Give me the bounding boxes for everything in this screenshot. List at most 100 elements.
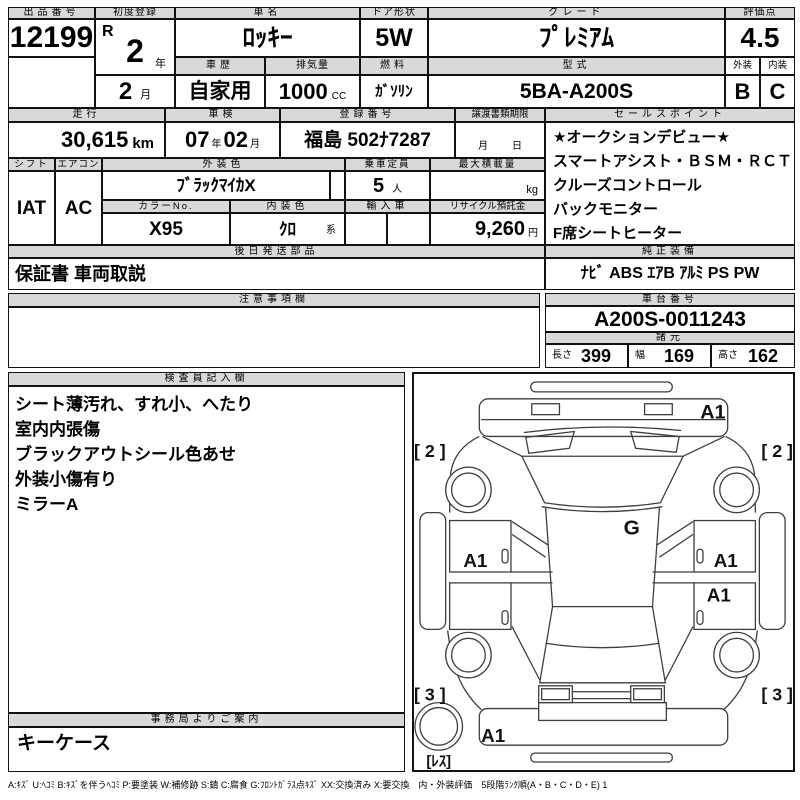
- shaken-month: 02: [224, 129, 248, 151]
- sales-point: F席シートヒーター: [553, 222, 682, 245]
- rear-left-corner-mark: [ 3 ]: [414, 685, 446, 705]
- caution-header: 注意事項欄: [8, 293, 540, 307]
- displacement-value: 1000: [279, 81, 328, 103]
- first-registration-month-cell: 2 月: [95, 75, 175, 108]
- exterior-grade-value: B: [725, 75, 760, 108]
- windshield-mark: G: [624, 516, 640, 539]
- recycle-deposit-unit: 円: [528, 229, 538, 239]
- import-header: 輸入車: [345, 200, 430, 213]
- inspector-notes-header: 検査員記入欄: [8, 372, 405, 386]
- sales-points-list: ★オークションデビュー★ スマートアシスト・ＢＳＭ・ＲＣＴＡ クルーズコントロー…: [545, 122, 795, 245]
- transfer-month-unit: 月: [478, 142, 488, 152]
- first-registration-year-cell: R 2 年: [95, 19, 175, 75]
- interior-grade-header: 内装: [760, 57, 795, 75]
- era-mark: R: [102, 24, 114, 40]
- interior-grade-value: C: [760, 75, 795, 108]
- import-empty-cell: [387, 213, 430, 245]
- shaken-header: 車検: [165, 108, 280, 122]
- mileage-unit: km: [132, 136, 154, 151]
- shaken-cell: 07 年 02 月: [165, 122, 280, 158]
- car-name-header: 車名: [175, 7, 360, 19]
- width-label: 幅: [635, 351, 645, 361]
- transfer-day-unit: 日: [512, 142, 522, 152]
- registration-no-header: 登録番号: [280, 108, 455, 122]
- later-shipment-header: 後日発送部品: [8, 245, 545, 258]
- exterior-color-header: 外装色: [102, 158, 345, 171]
- sales-point: クルーズコントロール: [553, 174, 702, 198]
- inspector-note: シート薄汚れ、すれ小、へたり: [15, 392, 253, 417]
- equipment-value: ﾅﾋﾞ ABS ｴｱB ｱﾙﾐ PS PW: [545, 258, 795, 290]
- dimensions-header: 諸元: [545, 332, 795, 344]
- ac-value: AC: [55, 171, 102, 245]
- width-cell: 幅 169: [628, 344, 711, 368]
- chassis-no-value: A200S-0011243: [545, 306, 795, 332]
- lot-no-empty-cell: [8, 57, 95, 108]
- transfer-deadline-header: 譲渡書類期限: [455, 108, 545, 122]
- spare-tire-mark: [ﾚｽ]: [426, 754, 451, 770]
- first-registration-month: 2: [119, 80, 132, 104]
- import-empty-cell: [345, 213, 387, 245]
- month-unit: 月: [140, 90, 151, 101]
- transfer-deadline-cell: 月 日: [455, 122, 545, 158]
- inspector-note: ブラックアウトシール色あせ: [15, 442, 236, 467]
- color-no-value: X95: [102, 213, 230, 245]
- interior-color-cell: ｸﾛ 系: [230, 213, 345, 245]
- grade-value: ﾌﾟﾚﾐｱﾑ: [428, 19, 725, 57]
- displacement-cell: 1000 CC: [265, 75, 360, 108]
- lot-no-value: 12199: [8, 19, 95, 57]
- payload-header: 最大積載量: [430, 158, 545, 171]
- capacity-unit: 人: [392, 185, 402, 195]
- sales-points-header: セールスポイント: [545, 108, 795, 122]
- sales-point: バックモニター: [553, 198, 658, 222]
- shaken-year: 07: [185, 129, 209, 151]
- door-shape-header: ドア形状: [360, 7, 428, 19]
- exterior-grade-header: 外装: [725, 57, 760, 75]
- model-code-header: 型式: [428, 57, 725, 75]
- fuel-header: 燃料: [360, 57, 428, 75]
- score-value: 4.5: [725, 19, 795, 57]
- rear-bumper-mark: A1: [481, 725, 505, 746]
- car-history-value: 自家用: [175, 75, 265, 108]
- length-value: 399: [581, 347, 611, 365]
- payload-cell: kg: [430, 171, 545, 200]
- capacity-header: 乗車定員: [345, 158, 430, 171]
- front-bumper-mark: A1: [700, 402, 725, 424]
- recycle-deposit-header: リサイクル預託金: [430, 200, 545, 213]
- chassis-no-header: 車台番号: [545, 293, 795, 306]
- lot-no-header: 出品番号: [8, 7, 95, 19]
- office-notice-value: キーケース: [8, 727, 405, 772]
- recycle-deposit-value: 9,260: [475, 219, 525, 239]
- interior-color-suffix: 系: [326, 226, 336, 236]
- exterior-color-empty-cell: [330, 171, 345, 200]
- office-notice-header: 事務局よりご案内: [8, 713, 405, 727]
- length-cell: 長さ 399: [545, 344, 628, 368]
- door-shape-value: 5W: [360, 19, 428, 57]
- damage-diagram-panel: A1 A1 A1 A1 A1 G [ 2 ] [ 2 ] [ 3 ] [ 3 ]…: [412, 372, 795, 772]
- sales-point: スマートアシスト・ＢＳＭ・ＲＣＴＡ: [553, 150, 795, 174]
- ac-header: エアコン: [55, 158, 102, 171]
- shift-header: シフト: [8, 158, 55, 171]
- auction-sheet: 出品番号 12199 初度登録 R 2 年 2 月 車名 ﾛｯｷｰ 車歴 自家用…: [0, 0, 800, 800]
- equipment-header: 純正装備: [545, 245, 795, 258]
- mileage-cell: 30,615 km: [8, 122, 165, 158]
- interior-color-value: ｸﾛ: [279, 221, 296, 238]
- mileage-header: 走行: [8, 108, 165, 122]
- year-unit: 年: [155, 59, 166, 70]
- shift-value: IAT: [8, 171, 55, 245]
- legend-text: A:ｷｽﾞ U:ﾍｺﾐ B:ｷｽﾞを伴うﾍｺﾐ P:要塗装 W:補修跡 S:錆 …: [8, 778, 797, 791]
- first-registration-year: 2: [126, 35, 144, 67]
- interior-color-header: 内装色: [230, 200, 345, 213]
- width-value: 169: [664, 347, 694, 365]
- later-shipment-value: 保証書 車両取説: [8, 258, 545, 290]
- shaken-year-unit: 年: [212, 140, 222, 150]
- mileage-value: 30,615: [61, 129, 128, 151]
- car-history-header: 車歴: [175, 57, 265, 75]
- inspector-note: ミラーA: [15, 492, 78, 517]
- shaken-month-unit: 月: [250, 140, 260, 150]
- capacity-value: 5: [373, 176, 384, 196]
- height-label: 高さ: [718, 351, 738, 361]
- color-no-header: カラーNo.: [102, 200, 230, 213]
- displacement-header: 排気量: [265, 57, 360, 75]
- rear-right-corner-mark: [ 3 ]: [761, 685, 793, 705]
- front-left-corner-mark: [ 2 ]: [414, 441, 446, 461]
